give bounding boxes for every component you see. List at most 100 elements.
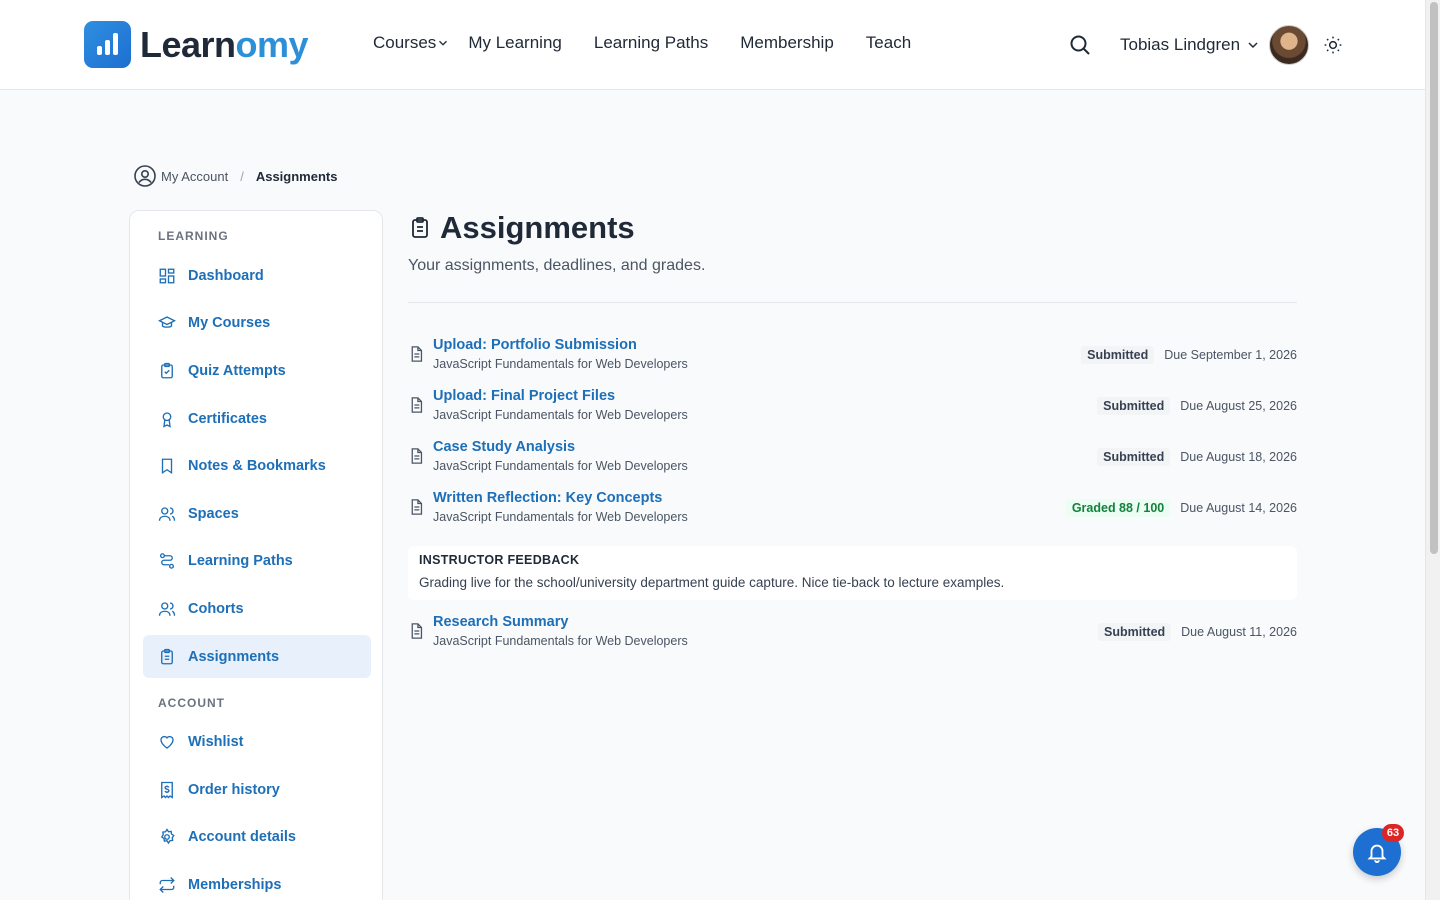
nav-teach[interactable]: Teach	[866, 33, 911, 53]
due-date: Due September 1, 2026	[1164, 348, 1297, 362]
route-icon	[159, 552, 175, 569]
assignment-title-link[interactable]: Written Reflection: Key Concepts	[433, 490, 662, 506]
assignment-title-link[interactable]: Research Summary	[433, 614, 568, 630]
user-area: Tobias Lindgren	[1068, 25, 1343, 65]
breadcrumb-current: Assignments	[255, 168, 338, 184]
assignment-course: JavaScript Fundamentals for Web Develope…	[433, 459, 688, 473]
breadcrumb-my-account[interactable]: My Account	[161, 169, 228, 184]
assignment-course: JavaScript Fundamentals for Web Develope…	[433, 510, 688, 524]
sidebar-item-label: Cohorts	[188, 600, 244, 617]
sidebar-heading-account: ACCOUNT	[158, 696, 225, 710]
sidebar-item-memberships[interactable]: Memberships	[143, 863, 371, 900]
logo-text: Learnomy	[140, 23, 309, 65]
notification-count-badge: 63	[1382, 824, 1404, 842]
gear-icon	[160, 827, 175, 844]
nav-my-learning[interactable]: My Learning	[468, 33, 562, 53]
page-title: Assignments	[408, 210, 635, 246]
chevron-down-icon	[1248, 42, 1258, 49]
award-icon	[162, 411, 172, 428]
sidebar-item-account-details[interactable]: Account details	[143, 815, 371, 858]
assignment-row: Written Reflection: Key Concepts JavaScr…	[408, 490, 1297, 530]
sidebar-item-label: My Courses	[188, 314, 271, 331]
receipt-icon	[161, 781, 173, 799]
sidebar-item-label: Dashboard	[188, 267, 264, 284]
document-icon	[411, 397, 423, 413]
account-sidebar: LEARNING Dashboard My Courses Quiz Attem…	[129, 210, 383, 900]
sidebar-item-label: Order history	[188, 781, 280, 798]
notifications-button[interactable]: 63	[1353, 824, 1404, 876]
scrollbar-thumb[interactable]	[1430, 2, 1438, 554]
due-date: Due August 14, 2026	[1180, 501, 1297, 515]
breadcrumb-separator: /	[240, 168, 244, 184]
top-header: Learnomy Courses My Learning Learning Pa…	[0, 0, 1425, 90]
status-badge: Submitted	[1097, 448, 1171, 466]
assignment-row: Upload: Portfolio Submission JavaScript …	[408, 337, 1297, 377]
search-icon[interactable]	[1068, 33, 1092, 57]
clipboard-check-icon	[161, 362, 173, 378]
users-icon	[158, 506, 176, 521]
document-icon	[411, 448, 423, 464]
due-date: Due August 25, 2026	[1180, 399, 1297, 413]
assignment-row: Case Study Analysis JavaScript Fundament…	[408, 439, 1297, 479]
heart-icon	[160, 735, 174, 749]
sidebar-item-certificates[interactable]: Certificates	[143, 397, 371, 440]
assignment-row: Research Summary JavaScript Fundamentals…	[408, 614, 1297, 654]
bell-icon	[1367, 844, 1387, 863]
breadcrumb: My Account / Assignments	[133, 164, 337, 188]
sidebar-item-label: Notes & Bookmarks	[188, 457, 326, 474]
sidebar-item-assignments[interactable]: Assignments	[143, 635, 371, 678]
document-icon	[411, 499, 423, 515]
sidebar-item-label: Certificates	[188, 410, 267, 427]
sidebar-item-label: Spaces	[188, 505, 239, 522]
nav-membership[interactable]: Membership	[740, 33, 834, 53]
assignment-course: JavaScript Fundamentals for Web Develope…	[433, 408, 688, 422]
assignment-title-link[interactable]: Upload: Final Project Files	[433, 388, 615, 404]
page-heading: Assignments	[440, 210, 635, 245]
sidebar-item-label: Account details	[188, 828, 296, 845]
bookmark-icon	[161, 458, 173, 474]
repeat-icon	[159, 876, 175, 893]
document-icon	[411, 346, 423, 362]
sidebar-item-label: Assignments	[188, 648, 280, 665]
logo[interactable]: Learnomy	[84, 21, 309, 68]
page-scrollbar[interactable]	[1425, 0, 1440, 900]
sidebar-item-order-history[interactable]: Order history	[143, 768, 371, 811]
users-icon	[158, 601, 176, 616]
grade-badge: Graded 88 / 100	[1065, 499, 1171, 517]
assignment-title-link[interactable]: Case Study Analysis	[433, 439, 575, 455]
page-subtitle: Your assignments, deadlines, and grades.	[408, 257, 706, 274]
sidebar-item-dashboard[interactable]: Dashboard	[143, 254, 371, 297]
sidebar-item-spaces[interactable]: Spaces	[143, 492, 371, 535]
sidebar-item-my-courses[interactable]: My Courses	[143, 301, 371, 344]
status-badge: Submitted	[1097, 397, 1171, 415]
sidebar-item-cohorts[interactable]: Cohorts	[143, 587, 371, 630]
sidebar-item-label: Memberships	[188, 876, 282, 893]
sidebar-item-label: Quiz Attempts	[188, 362, 286, 379]
user-menu[interactable]: Tobias Lindgren	[1120, 35, 1261, 55]
assignment-title-link[interactable]: Upload: Portfolio Submission	[433, 337, 637, 353]
avatar[interactable]	[1269, 25, 1310, 65]
due-date: Due August 11, 2026	[1181, 625, 1297, 639]
sidebar-item-quiz-attempts[interactable]: Quiz Attempts	[143, 349, 371, 392]
status-badge: Submitted	[1081, 346, 1155, 364]
nav-learning-paths[interactable]: Learning Paths	[594, 33, 708, 53]
document-icon	[411, 623, 423, 639]
dashboard-icon	[159, 268, 175, 283]
due-date: Due August 18, 2026	[1180, 450, 1297, 464]
nav-courses[interactable]: Courses	[373, 33, 450, 53]
clipboard-list-icon	[161, 648, 173, 664]
sidebar-item-learning-paths[interactable]: Learning Paths	[143, 539, 371, 582]
chevron-down-icon	[439, 40, 448, 46]
assignment-course: JavaScript Fundamentals for Web Develope…	[433, 357, 688, 371]
sidebar-item-wishlist[interactable]: Wishlist	[143, 720, 371, 763]
user-circle-icon	[134, 165, 156, 187]
status-badge: Submitted	[1098, 623, 1172, 641]
sidebar-item-label: Learning Paths	[188, 552, 293, 569]
assignment-row: Upload: Final Project Files JavaScript F…	[408, 388, 1297, 428]
sidebar-heading-learning: LEARNING	[158, 229, 229, 243]
sun-icon[interactable]	[1323, 35, 1343, 55]
graduation-cap-icon	[158, 315, 176, 328]
clipboard-list-icon	[412, 217, 428, 238]
instructor-feedback: INSTRUCTOR FEEDBACK Grading live for the…	[408, 546, 1297, 600]
sidebar-item-notes-bookmarks[interactable]: Notes & Bookmarks	[143, 444, 371, 487]
